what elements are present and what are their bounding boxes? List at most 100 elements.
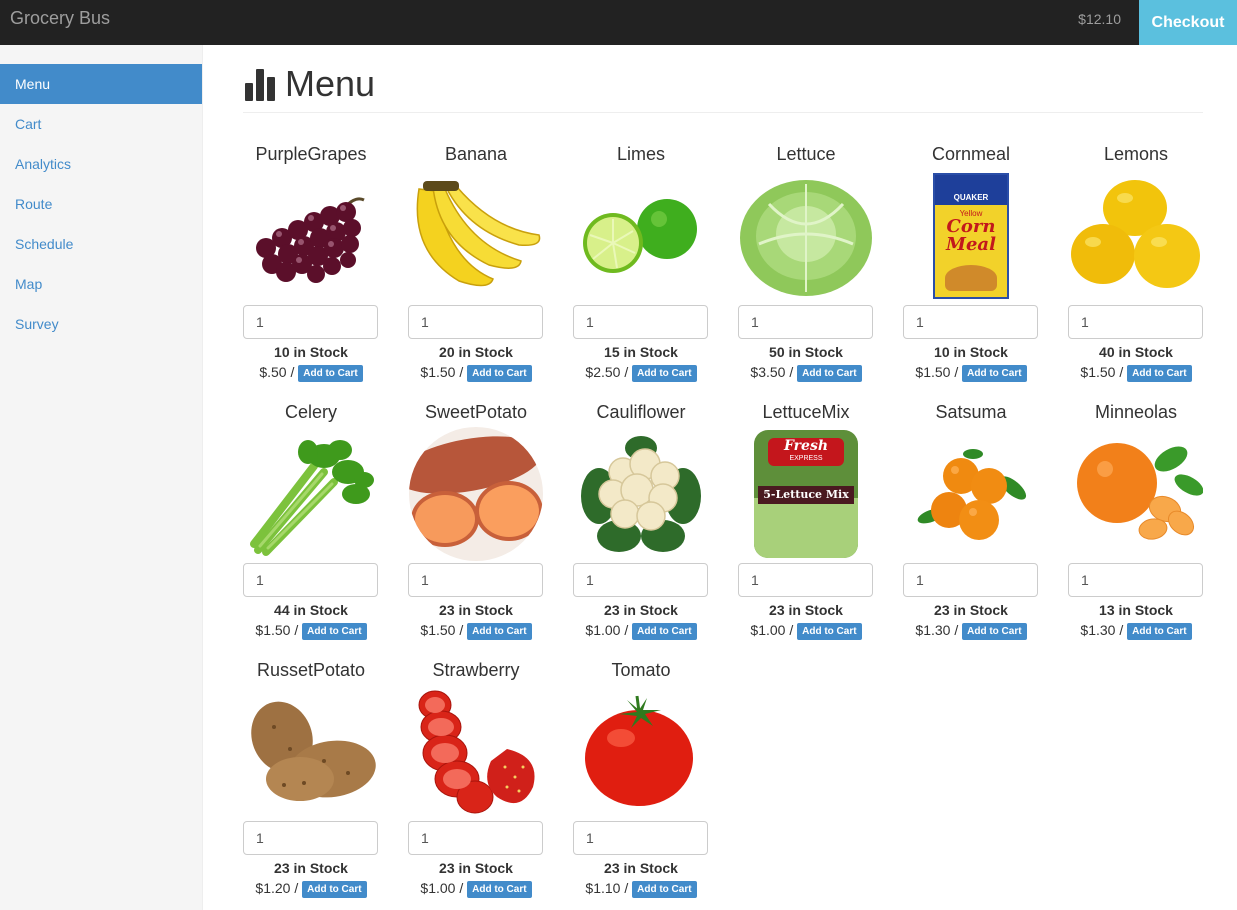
brand-logo[interactable]: Grocery Bus: [10, 8, 110, 29]
quantity-input[interactable]: [408, 563, 543, 597]
price-row: $2.50 / Add to Cart: [573, 364, 709, 384]
stock-count: 50 in Stock: [769, 344, 843, 360]
product-card-celery: Celery 44 in Stock $1.50 / Add: [243, 401, 379, 642]
product-card-banana: Banana 20 in Stock $1.50 / Add to Cart: [408, 143, 544, 384]
cornmeal-line2: Meal: [946, 234, 996, 255]
sweet-potato-icon: [409, 427, 543, 561]
price: $1.50 /: [255, 622, 299, 638]
lettucemix-brand: Fresh: [783, 438, 829, 454]
add-to-cart-button[interactable]: Add to Cart: [632, 365, 697, 382]
quantity-input[interactable]: [1068, 563, 1203, 597]
price: $1.30 /: [915, 622, 959, 638]
page-header: Menu: [243, 45, 1203, 113]
stock-count: 23 in Stock: [274, 860, 348, 876]
product-name: Limes: [616, 144, 665, 164]
tomato-icon: [574, 685, 708, 819]
quantity-input[interactable]: [738, 305, 873, 339]
add-to-cart-button[interactable]: Add to Cart: [797, 365, 862, 382]
lettuce-mix-bag-icon: Fresh EXPRESS 5-Lettuce Mix: [739, 427, 873, 561]
add-to-cart-button[interactable]: Add to Cart: [302, 881, 367, 898]
product-card-minneolas: Minneolas 13 in Stock: [1068, 401, 1204, 642]
add-to-cart-button[interactable]: Add to Cart: [302, 623, 367, 640]
sidebar-item-survey[interactable]: Survey: [0, 304, 202, 344]
stock-count: 15 in Stock: [604, 344, 678, 360]
grapes-icon: [244, 169, 378, 303]
stock-count: 23 in Stock: [934, 602, 1008, 618]
quantity-input[interactable]: [573, 563, 708, 597]
quantity-input[interactable]: [243, 305, 378, 339]
satsuma-icon: [904, 427, 1038, 561]
add-to-cart-button[interactable]: Add to Cart: [467, 881, 532, 898]
add-to-cart-button[interactable]: Add to Cart: [467, 623, 532, 640]
add-to-cart-button[interactable]: Add to Cart: [467, 365, 532, 382]
price: $1.00 /: [585, 622, 629, 638]
quantity-input[interactable]: [573, 821, 708, 855]
price-row: $1.10 / Add to Cart: [573, 880, 709, 900]
price-row: $1.20 / Add to Cart: [243, 880, 379, 900]
price-row: $1.30 / Add to Cart: [903, 622, 1039, 642]
sidebar-item-route[interactable]: Route: [0, 184, 202, 224]
quantity-input[interactable]: [903, 563, 1038, 597]
product-grid: PurpleGrapes 10 in Stock $.50: [243, 113, 1203, 910]
sidebar: Menu Cart Analytics Route Schedule Map S…: [0, 45, 203, 910]
stock-count: 23 in Stock: [439, 602, 513, 618]
product-card-lettuce: Lettuce 50 in Stock $3.50 / Add to Cart: [738, 143, 874, 384]
stock-count: 44 in Stock: [274, 602, 348, 618]
stock-count: 23 in Stock: [769, 602, 843, 618]
price: $2.50 /: [585, 364, 629, 380]
product-name: SweetPotato: [424, 402, 528, 422]
stock-count: 23 in Stock: [439, 860, 513, 876]
quantity-input[interactable]: [738, 563, 873, 597]
product-name: LettuceMix: [762, 402, 850, 422]
sidebar-item-map[interactable]: Map: [0, 264, 202, 304]
stock-count: 13 in Stock: [1099, 602, 1173, 618]
add-to-cart-button[interactable]: Add to Cart: [632, 623, 697, 640]
price-row: $1.00 / Add to Cart: [738, 622, 874, 642]
product-card-lemons: Lemons 40 in Stock $1.50 / Add to Cart: [1068, 143, 1204, 384]
sidebar-item-menu[interactable]: Menu: [0, 64, 202, 104]
add-to-cart-button[interactable]: Add to Cart: [962, 365, 1027, 382]
price: $.50 /: [259, 364, 295, 380]
price: $1.30 /: [1080, 622, 1124, 638]
strawberry-icon: [409, 685, 543, 819]
add-to-cart-button[interactable]: Add to Cart: [1127, 365, 1192, 382]
price: $1.00 /: [420, 880, 464, 896]
add-to-cart-button[interactable]: Add to Cart: [632, 881, 697, 898]
add-to-cart-button[interactable]: Add to Cart: [797, 623, 862, 640]
top-navbar: Grocery Bus $12.10 Checkout: [0, 0, 1237, 45]
quantity-input[interactable]: [243, 563, 378, 597]
product-card-strawberry: Strawberry 1 23 in Stock $1.00 / Add to …: [408, 659, 544, 900]
lettucemix-brand2: EXPRESS: [789, 455, 823, 462]
product-name: PurpleGrapes: [255, 144, 367, 164]
quantity-input[interactable]: [573, 305, 708, 339]
quantity-input[interactable]: [1068, 305, 1203, 339]
quantity-input[interactable]: [243, 821, 378, 855]
sidebar-item-schedule[interactable]: Schedule: [0, 224, 202, 264]
product-name: RussetPotato: [256, 660, 366, 680]
bar-chart-icon: [245, 69, 275, 101]
stock-count: 10 in Stock: [274, 344, 348, 360]
cart-total: $12.10: [1078, 11, 1121, 27]
minneola-icon: [1069, 427, 1203, 561]
quantity-input[interactable]: [408, 305, 543, 339]
checkout-button[interactable]: Checkout: [1139, 0, 1237, 45]
add-to-cart-button[interactable]: Add to Cart: [962, 623, 1027, 640]
product-name: Cauliflower: [596, 402, 686, 422]
add-to-cart-button[interactable]: Add to Cart: [298, 365, 363, 382]
product-card-russetpotato: RussetPotato 23 in Stock $1.20 / Add to …: [243, 659, 379, 900]
cornmeal-brand: QUAKER: [935, 175, 1007, 205]
add-to-cart-button[interactable]: Add to Cart: [1127, 623, 1192, 640]
product-name: Lemons: [1103, 144, 1169, 164]
price: $1.50 /: [420, 622, 464, 638]
sidebar-item-cart[interactable]: Cart: [0, 104, 202, 144]
stock-count: 23 in Stock: [604, 860, 678, 876]
product-name: Lettuce: [776, 144, 836, 164]
sidebar-item-analytics[interactable]: Analytics: [0, 144, 202, 184]
price-row: $.50 / Add to Cart: [243, 364, 379, 384]
quantity-input[interactable]: [903, 305, 1038, 339]
stock-count: 10 in Stock: [934, 344, 1008, 360]
price-row: $1.50 / Add to Cart: [1068, 364, 1204, 384]
quantity-input[interactable]: [408, 821, 543, 855]
main-content: Menu PurpleGrapes 1 10 in Stock $.50 / A…: [243, 45, 1203, 910]
stock-count: 40 in Stock: [1099, 344, 1173, 360]
